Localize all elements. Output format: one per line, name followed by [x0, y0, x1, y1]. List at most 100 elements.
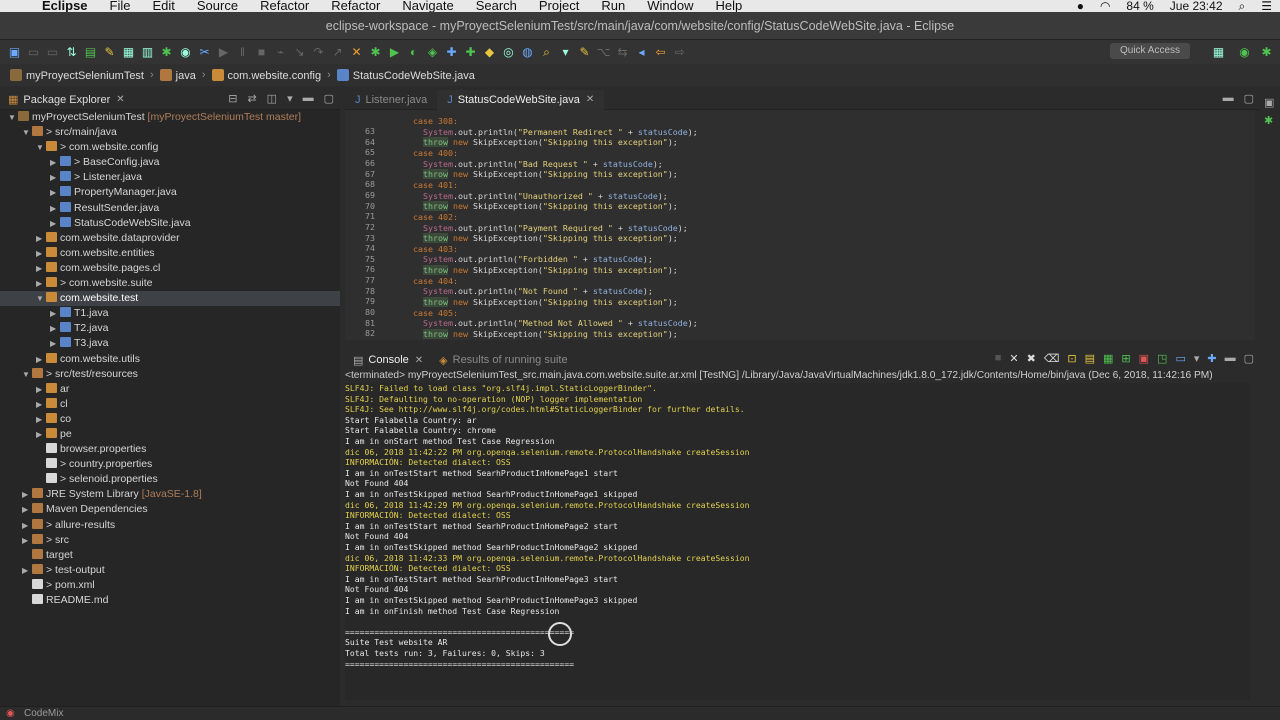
chevron-right-icon[interactable]: ▶ [36, 231, 46, 246]
tree-item[interactable]: ▼ > src/test/resources [0, 367, 340, 382]
tree-item[interactable]: ▶ > allure-results [0, 518, 340, 533]
run-icon[interactable]: ▶ [386, 44, 403, 61]
tab-console[interactable]: ▤ Console ✕ [345, 350, 431, 370]
terminate-icon[interactable]: ■ [995, 352, 1002, 365]
chevron-right-icon[interactable]: ▶ [50, 321, 60, 336]
chevron-right-icon[interactable]: ▶ [22, 518, 32, 533]
chevron-down-icon[interactable]: ▼ [22, 125, 32, 140]
tree-item[interactable]: ▶ Maven Dependencies [0, 502, 340, 517]
open-console-icon[interactable]: ◳ [1157, 352, 1167, 365]
menu-app-name[interactable]: Eclipse [42, 0, 88, 12]
apple-icon[interactable] [18, 0, 32, 12]
save-all-icon[interactable]: ▭ [44, 44, 61, 61]
maximize-icon[interactable]: ▢ [324, 92, 334, 105]
quick-access-input[interactable]: Quick Access [1110, 43, 1190, 59]
back-icon[interactable]: ◂ [633, 44, 650, 61]
skip-breakpoints-icon[interactable]: ✂ [196, 44, 213, 61]
tree-item[interactable]: ▶ > com.website.suite [0, 276, 340, 291]
pin-console-icon[interactable]: ⊞ [1121, 352, 1130, 365]
open-type-icon[interactable]: ◎ [500, 44, 517, 61]
tree-item[interactable]: ▼ com.website.test [0, 291, 340, 307]
word-wrap-icon[interactable]: ▦ [1103, 352, 1113, 365]
tree-item[interactable]: ▶ T1.java [0, 306, 340, 321]
chevron-right-icon[interactable]: ▶ [22, 487, 32, 502]
spotlight-icon[interactable]: ⌕ [1239, 0, 1246, 12]
battery-percent[interactable]: 84 % [1126, 0, 1153, 12]
tree-item[interactable]: ▶ StatusCodeWebSite.java [0, 216, 340, 231]
chevron-right-icon[interactable]: ▶ [36, 261, 46, 276]
new-class-icon[interactable]: ◆ [481, 44, 498, 61]
menu-navigate[interactable]: Navigate [402, 0, 453, 12]
pin-editor-icon[interactable]: ▾ [557, 44, 574, 61]
new-java-project-icon[interactable]: ✚ [443, 44, 460, 61]
breadcrumb-package[interactable]: com.website.config [211, 68, 321, 82]
tree-item[interactable]: ▶ com.website.entities [0, 246, 340, 261]
last-edit-icon[interactable]: ⇆ [614, 44, 631, 61]
step-into-icon[interactable]: ↘ [291, 44, 308, 61]
close-icon[interactable]: ✕ [116, 94, 124, 105]
tree-item[interactable]: ▶ pe [0, 427, 340, 442]
chevron-right-icon[interactable]: ▶ [50, 170, 60, 185]
restore-icon[interactable]: ▣ [1264, 96, 1274, 109]
chevron-right-icon[interactable]: ▶ [50, 201, 60, 216]
tree-item[interactable]: ▶ co [0, 412, 340, 427]
tree-item[interactable]: README.md [0, 593, 340, 608]
tree-item[interactable]: ▶ T2.java [0, 321, 340, 336]
tree-item[interactable]: ▶ com.website.dataprovider [0, 231, 340, 246]
chevron-right-icon[interactable]: ▶ [50, 306, 60, 321]
new-console-icon[interactable]: ✚ [1207, 352, 1216, 365]
annotation-prev-icon[interactable]: ⌥ [595, 44, 612, 61]
suspend-icon[interactable]: ‖ [234, 44, 251, 61]
tree-item[interactable]: target [0, 548, 340, 563]
search-icon[interactable]: ⌕ [538, 44, 555, 61]
annotation-next-icon[interactable]: ✎ [576, 44, 593, 61]
outline-icon[interactable]: ▥ [139, 44, 156, 61]
tree-item[interactable]: > country.properties [0, 457, 340, 472]
new-package-icon[interactable]: ✚ [462, 44, 479, 61]
chevron-right-icon[interactable]: ▶ [50, 216, 60, 231]
chevron-right-icon[interactable]: ▶ [36, 382, 46, 397]
chevron-right-icon[interactable]: ▶ [36, 352, 46, 367]
tree-item[interactable]: > selenoid.properties [0, 472, 340, 487]
external-tools-icon[interactable]: ◈ [424, 44, 441, 61]
clock[interactable]: Jue 23:42 [1170, 0, 1223, 12]
chevron-down-icon[interactable]: ▼ [36, 291, 46, 306]
menu-project[interactable]: Project [539, 0, 579, 12]
scroll-lock-icon[interactable]: ⊡ [1067, 352, 1076, 365]
tree-item[interactable]: ▶ cl [0, 397, 340, 412]
tree-item[interactable]: ▶ ResultSender.java [0, 201, 340, 216]
chevron-down-icon[interactable]: ▼ [8, 110, 18, 125]
tree-item[interactable]: ▶ com.website.pages.cl [0, 261, 340, 276]
stderr-icon[interactable]: ▣ [1139, 352, 1149, 365]
debug-icon[interactable]: ✱ [158, 44, 175, 61]
wifi-icon[interactable]: ◠ [1100, 0, 1110, 12]
coverage-icon[interactable]: ◐ [405, 44, 422, 61]
menu-refactor[interactable]: Refactor [260, 0, 309, 12]
tree-item[interactable]: ▶ com.website.utils [0, 352, 340, 367]
menu-file[interactable]: File [110, 0, 131, 12]
display-console-icon[interactable]: ▭ [1175, 352, 1185, 365]
collapse-all-icon[interactable]: ⊟ [228, 92, 237, 105]
step-return-icon[interactable]: ↗ [329, 44, 346, 61]
remove-launch-icon[interactable]: ✕ [1009, 352, 1018, 365]
step-over-icon[interactable]: ↷ [310, 44, 327, 61]
tree-item[interactable]: ▶ > src [0, 533, 340, 548]
minimize-icon[interactable]: ▬ [1225, 352, 1236, 365]
tree-item[interactable]: ▶ > test-output [0, 563, 340, 578]
tab-statuscodewebsite-java[interactable]: J StatusCodeWebSite.java ✕ [437, 89, 605, 110]
breadcrumb-source-folder[interactable]: java [159, 68, 196, 82]
view-menu-icon[interactable]: ▾ [1194, 352, 1200, 365]
maximize-icon[interactable]: ▢ [1244, 352, 1254, 365]
breadcrumb-file[interactable]: StatusCodeWebSite.java [336, 68, 475, 82]
status-label[interactable]: CodeMix [24, 708, 63, 719]
link-with-editor-icon[interactable]: ⇄ [247, 92, 256, 105]
minimize-icon[interactable]: ▬ [303, 92, 314, 105]
record-icon[interactable]: ● [1077, 0, 1084, 12]
tab-results-running-suite[interactable]: ◈ Results of running suite [431, 350, 575, 370]
tab-listener-java[interactable]: J Listener.java [345, 90, 437, 110]
close-icon[interactable]: ✕ [415, 355, 423, 366]
menu-refactor-2[interactable]: Refactor [331, 0, 380, 12]
bug-icon[interactable]: ✱ [1264, 114, 1273, 127]
menu-edit[interactable]: Edit [152, 0, 174, 12]
disconnect-icon[interactable]: ⌁ [272, 44, 289, 61]
